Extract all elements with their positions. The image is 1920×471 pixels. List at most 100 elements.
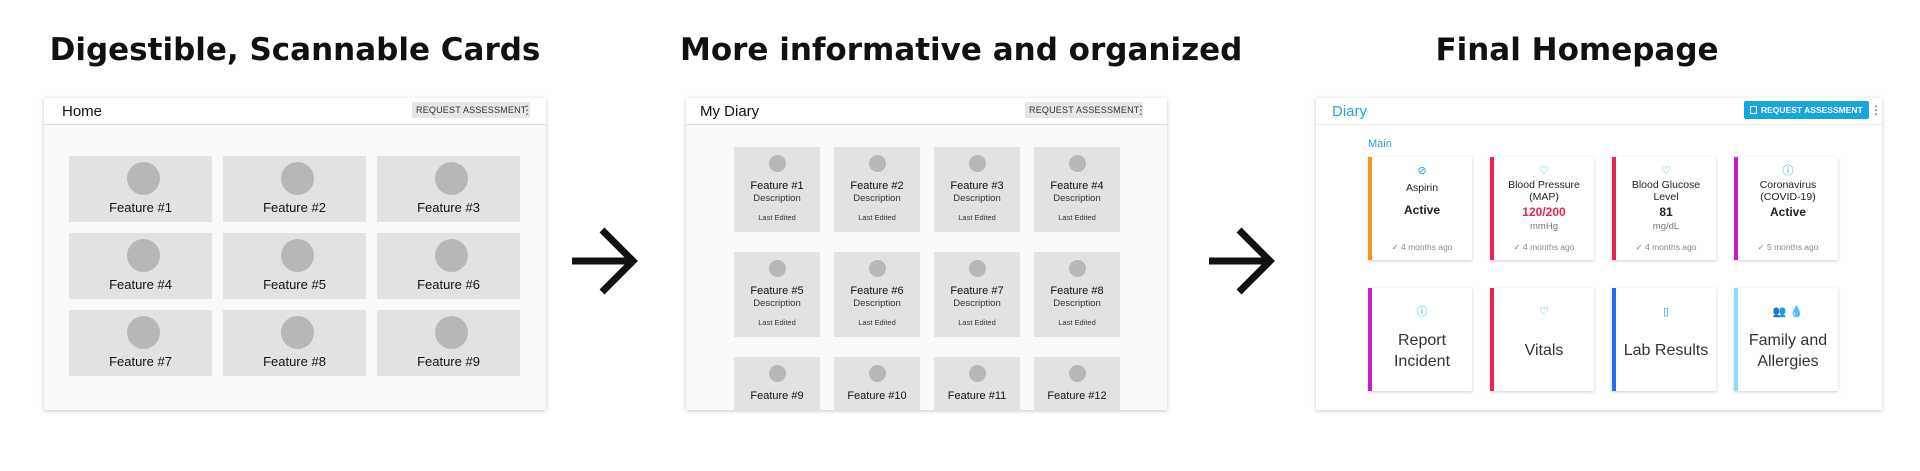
feature-icon <box>769 365 786 382</box>
feature-card[interactable]: Feature #9 <box>734 357 820 410</box>
feature-card[interactable]: Feature #7 Description Last Edited <box>934 252 1020 337</box>
feature-icon <box>769 260 786 277</box>
section-card-label: Vitals <box>1524 342 1564 359</box>
feature-card-label: Feature #12 <box>1047 390 1107 402</box>
status-card[interactable]: ♡ Blood Glucose Level 81 mg/dL ✓ 4 months ag… <box>1612 157 1716 260</box>
heading-middle: More informative and organized <box>680 32 1243 68</box>
section-card-label: Family and Allergies <box>1748 332 1828 370</box>
app-bar: Diary REQUEST ASSESSMENT ⋮ <box>1316 98 1882 125</box>
feature-icon <box>969 155 986 172</box>
feature-icon <box>969 365 986 382</box>
request-assessment-button[interactable]: REQUEST ASSESSMENT <box>412 102 531 118</box>
request-assessment-button[interactable]: REQUEST ASSESSMENT <box>1744 101 1869 119</box>
feature-card[interactable]: Feature #4 <box>69 233 212 299</box>
feature-card-label: Feature #8 <box>1050 285 1104 297</box>
feature-card[interactable]: Feature #6 Description Last Edited <box>834 252 920 337</box>
section-card[interactable]: ♡ Vitals <box>1490 288 1594 391</box>
more-menu-icon[interactable]: ⋮ <box>521 103 533 117</box>
feature-card[interactable]: Feature #11 <box>934 357 1020 410</box>
heading-left: Digestible, Scannable Cards <box>49 32 541 68</box>
feature-card-label: Feature #3 <box>950 180 1004 192</box>
feature-icon <box>1069 365 1086 382</box>
status-card-updated: ✓ 4 months ago <box>1635 242 1697 252</box>
feature-icon <box>1069 260 1086 277</box>
arrow-right-icon <box>572 227 638 295</box>
feature-card[interactable]: Feature #3 <box>377 156 520 222</box>
page-title: Home <box>62 103 103 120</box>
arrow-right-icon <box>1209 227 1275 295</box>
feature-card-description: Description <box>753 298 801 309</box>
feature-card-last-edited: Last Edited <box>958 318 996 327</box>
status-card[interactable]: ♡ Blood Pressure (MAP) 120/200 mmHg ✓ 4 mont… <box>1490 157 1594 260</box>
feature-icon <box>281 316 314 349</box>
feature-card[interactable]: Feature #3 Description Last Edited <box>934 147 1020 232</box>
feature-icon <box>869 260 886 277</box>
feature-card-description: Description <box>753 193 801 204</box>
feature-card[interactable]: Feature #5 Description Last Edited <box>734 252 820 337</box>
feature-card-label: Feature #1 <box>109 200 172 215</box>
status-card[interactable]: ⊘ Aspirin Active ✓ 4 months ago <box>1368 157 1472 260</box>
page-title: My Diary <box>700 103 760 120</box>
feature-card-last-edited: Last Edited <box>758 318 796 327</box>
status-card-title: Blood Pressure (MAP) <box>1508 179 1580 203</box>
feature-card-description: Description <box>953 298 1001 309</box>
feature-card[interactable]: Feature #6 <box>377 233 520 299</box>
feature-card[interactable]: Feature #7 <box>69 310 212 376</box>
people-drop-icon: 👥 💧 <box>1772 306 1804 318</box>
diary-wireframe-panel: My Diary REQUEST ASSESSMENT ⋮ Feature #1… <box>686 98 1167 410</box>
feature-icon <box>281 162 314 195</box>
info-icon: ⓘ <box>1416 306 1428 318</box>
feature-icon <box>127 162 160 195</box>
feature-card-last-edited: Last Edited <box>858 213 896 222</box>
feature-card-label: Feature #9 <box>750 390 804 402</box>
feature-icon <box>769 155 786 172</box>
feature-card[interactable]: Feature #9 <box>377 310 520 376</box>
feature-card-last-edited: Last Edited <box>758 213 796 222</box>
feature-icon <box>969 260 986 277</box>
feature-icon <box>869 365 886 382</box>
status-card-updated: ✓ 5 months ago <box>1757 242 1819 252</box>
more-menu-icon[interactable]: ⋮ <box>1135 103 1147 117</box>
feature-card-label: Feature #8 <box>263 354 326 369</box>
feature-card-label: Feature #6 <box>417 277 480 292</box>
feature-icon <box>127 316 160 349</box>
section-card[interactable]: 👥 💧 Family and Allergies <box>1734 288 1838 391</box>
feature-card[interactable]: Feature #8 <box>223 310 366 376</box>
feature-icon <box>435 239 468 272</box>
feature-card[interactable]: Feature #12 <box>1034 357 1120 410</box>
feature-card-label: Feature #6 <box>850 285 904 297</box>
feature-icon <box>127 239 160 272</box>
feature-card[interactable]: Feature #10 <box>834 357 920 410</box>
feature-card-label: Feature #9 <box>417 354 480 369</box>
feature-card-last-edited: Last Edited <box>858 318 896 327</box>
section-card[interactable]: ▯ Lab Results <box>1612 288 1716 391</box>
feature-card[interactable]: Feature #1 <box>69 156 212 222</box>
feature-card[interactable]: Feature #2 Description Last Edited <box>834 147 920 232</box>
feature-card-description: Description <box>853 298 901 309</box>
status-card-unit: mg/dL <box>1652 221 1680 232</box>
feature-card-label: Feature #7 <box>109 354 172 369</box>
feature-card-label: Feature #1 <box>750 180 804 192</box>
feature-icon <box>869 155 886 172</box>
feature-card-label: Feature #4 <box>109 277 172 292</box>
feature-card[interactable]: Feature #2 <box>223 156 366 222</box>
feature-card[interactable]: Feature #8 Description Last Edited <box>1034 252 1120 337</box>
feature-card-label: Feature #4 <box>1050 180 1104 192</box>
clipboard-icon <box>1750 106 1757 114</box>
heart-icon: ♡ <box>1539 306 1549 318</box>
feature-icon <box>435 162 468 195</box>
home-wireframe-panel: Home REQUEST ASSESSMENT ⋮ Feature #1 Feat… <box>44 98 546 410</box>
feature-card[interactable]: Feature #5 <box>223 233 366 299</box>
feature-card-label: Feature #3 <box>417 200 480 215</box>
feature-card-label: Feature #7 <box>950 285 1004 297</box>
feature-card-label: Feature #5 <box>750 285 804 297</box>
status-card[interactable]: ⓘ Coronavirus (COVID-19) Active ✓ 5 months … <box>1734 157 1838 260</box>
feature-card[interactable]: Feature #1 Description Last Edited <box>734 147 820 232</box>
feature-card-label: Feature #10 <box>847 390 907 402</box>
status-card-value: Active <box>1403 203 1441 217</box>
more-menu-icon[interactable]: ⋮ <box>1870 103 1882 117</box>
section-card[interactable]: ⓘ Report Incident <box>1368 288 1472 391</box>
feature-card[interactable]: Feature #4 Description Last Edited <box>1034 147 1120 232</box>
request-assessment-button[interactable]: REQUEST ASSESSMENT <box>1025 102 1144 118</box>
status-card-value: 81 <box>1659 205 1673 219</box>
